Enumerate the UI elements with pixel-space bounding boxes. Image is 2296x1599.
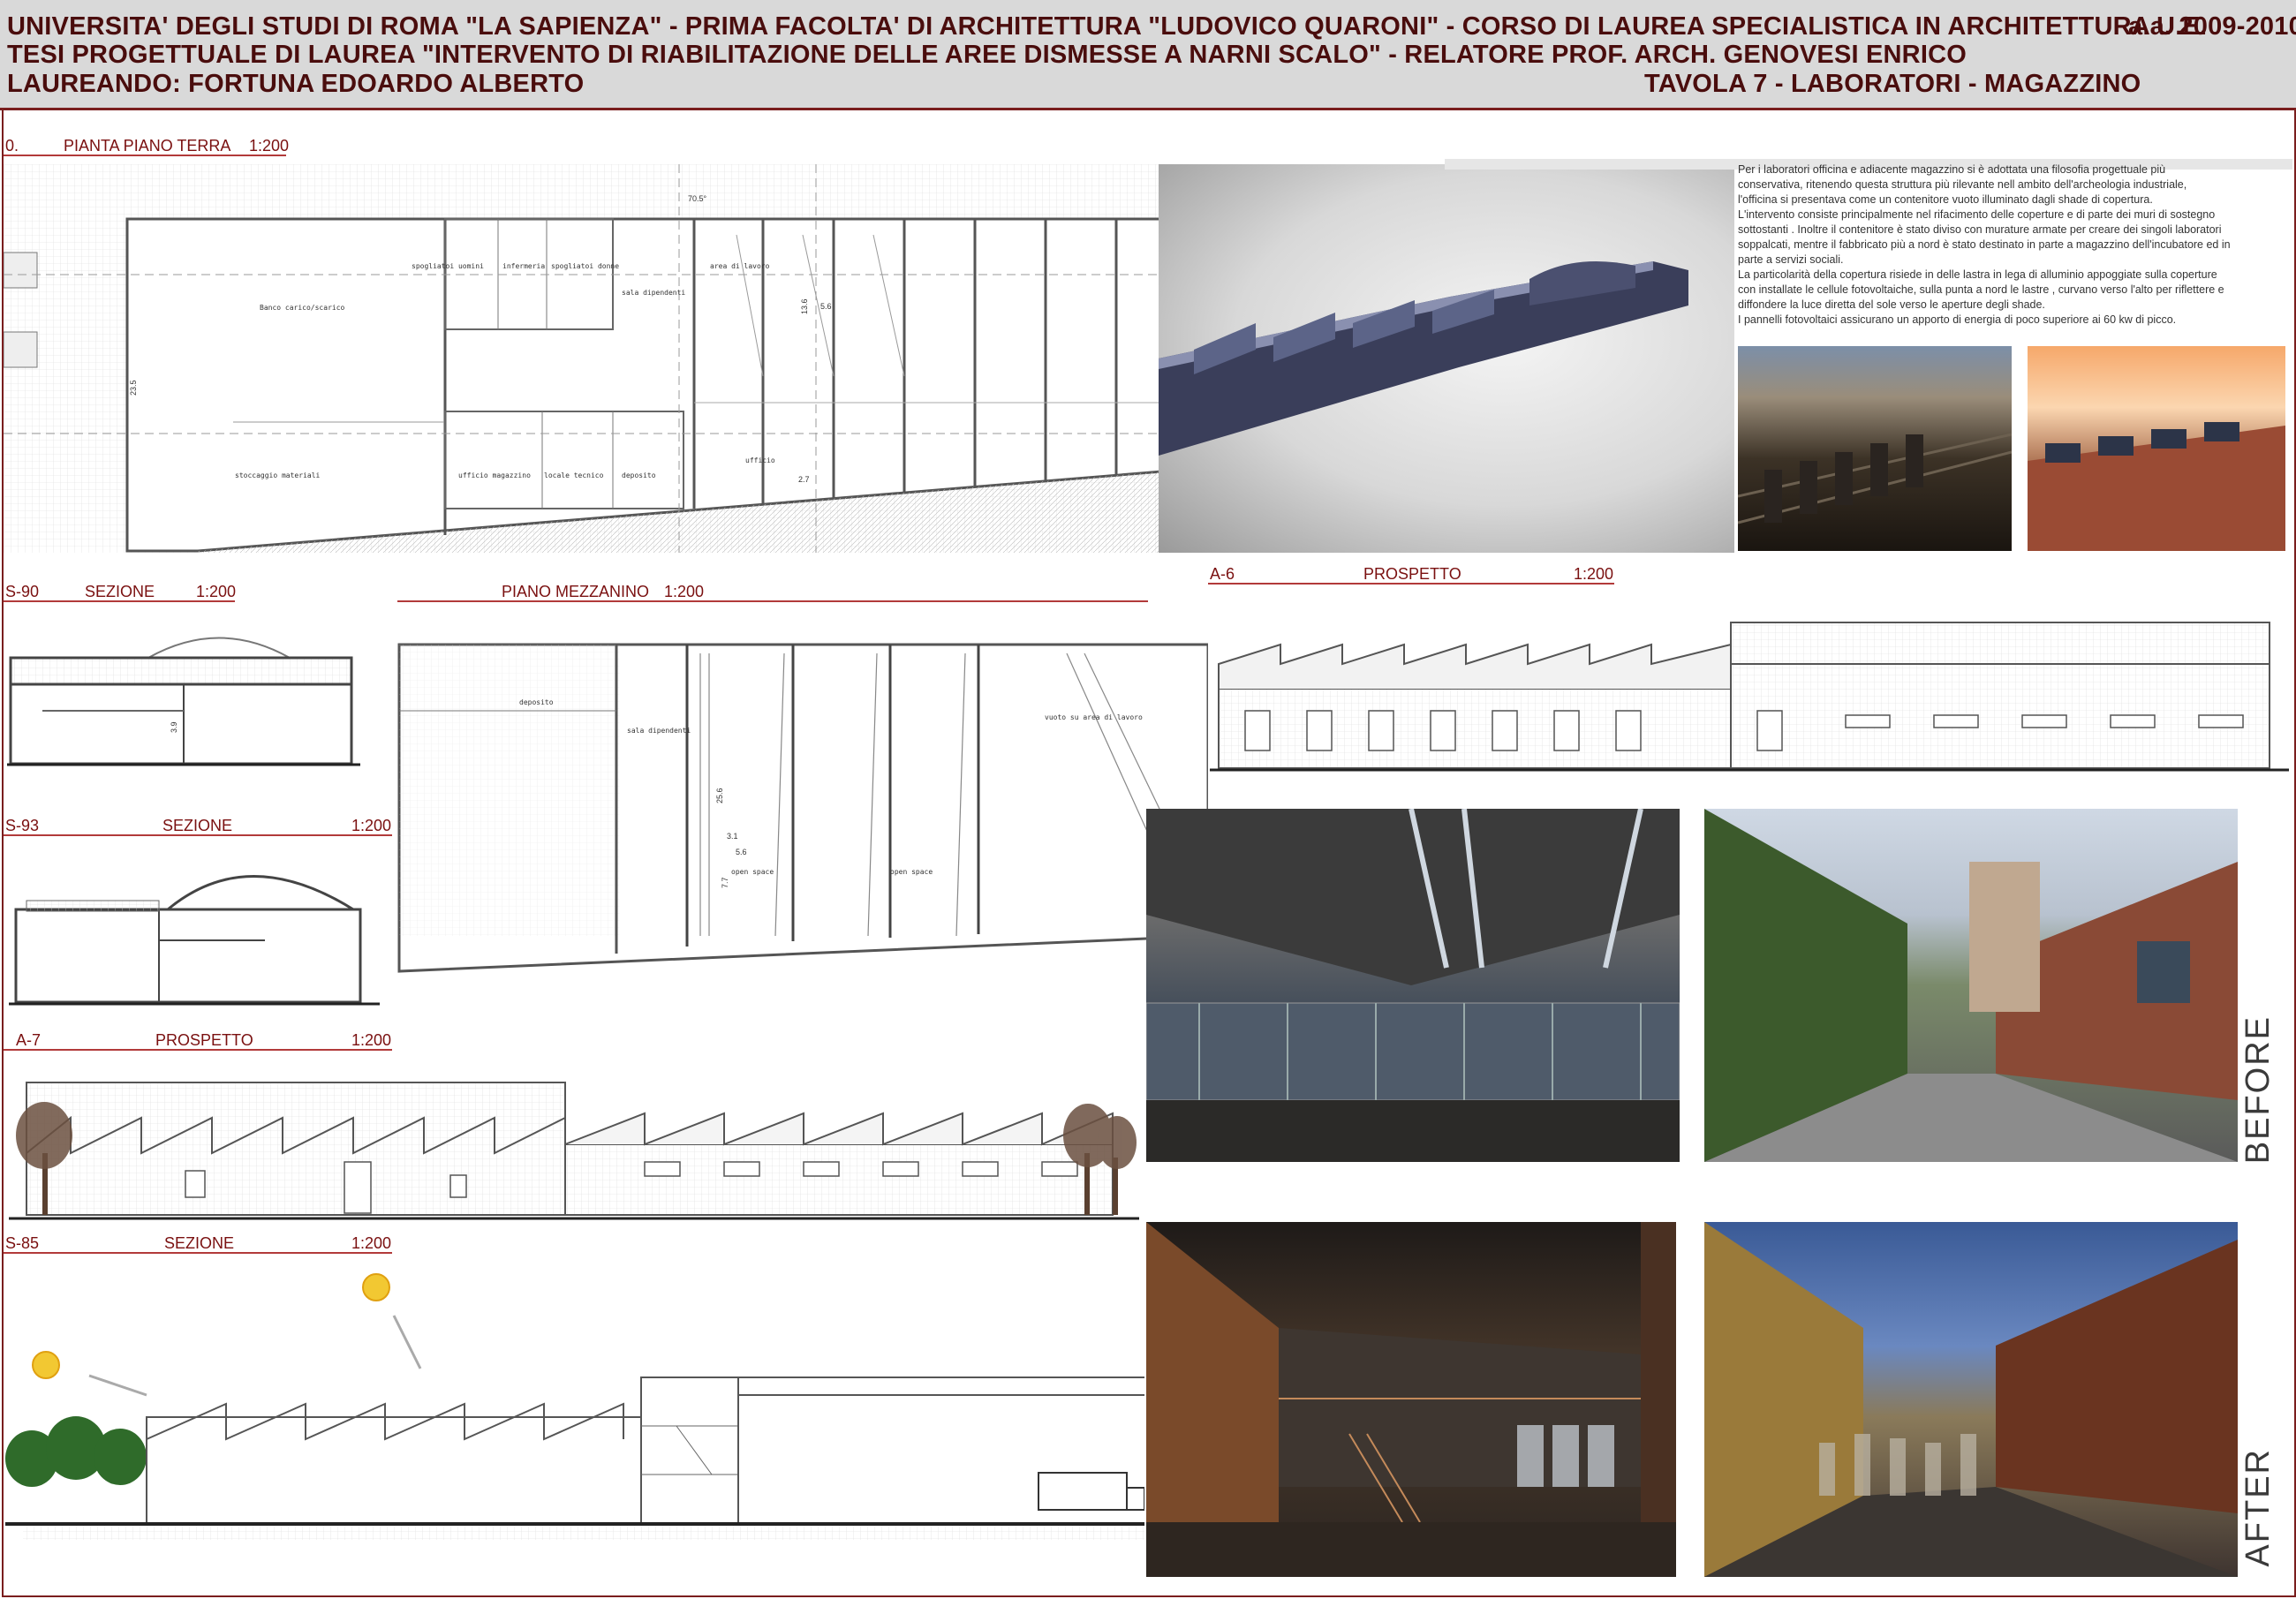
- render-after-alley: [1704, 1222, 2238, 1577]
- s90-code: S-90: [5, 583, 40, 600]
- sheet-title: TAVOLA 7 - LABORATORI - MAGAZZINO: [1644, 70, 2141, 98]
- a7-code: A-7: [16, 1031, 42, 1049]
- mezz-void: vuoto su area di lavoro: [1045, 713, 1143, 721]
- render-aerial-labs: [1159, 164, 1734, 553]
- section-s93: [9, 875, 380, 1006]
- s85-code: S-85: [5, 1234, 40, 1252]
- desc-p4: La particolarità della copertura risiede…: [1738, 268, 2224, 311]
- room-office: ufficio: [745, 456, 775, 464]
- dim-angle: 70.5°: [688, 194, 707, 203]
- mezz-dim-4: 7.7: [721, 877, 729, 888]
- elevation-a6: [1210, 622, 2289, 772]
- desc-p2: l'officina si presentava come un conteni…: [1738, 193, 2153, 206]
- room-deposit: deposito: [622, 471, 656, 479]
- mezzanine-plan: deposito sala dipendenti open space open…: [397, 643, 1208, 973]
- a6-code: A-6: [1210, 565, 1235, 583]
- room-technical: locale tecnico: [544, 471, 604, 479]
- render-after-interior: [1146, 1222, 1676, 1577]
- s85-scale: 1:200: [351, 1234, 392, 1252]
- room-loading: Banco carico/scarico: [260, 304, 345, 312]
- photo-before-interior: [1146, 809, 1680, 1162]
- plan-code: 0.: [5, 137, 19, 155]
- after-label: AFTER: [2239, 1448, 2277, 1567]
- mezz-title: PIANO MEZZANINO: [502, 583, 650, 600]
- plan-title-underline: [4, 155, 286, 156]
- s93-underline: [4, 834, 392, 836]
- university-line: UNIVERSITA' DEGLI STUDI DI ROMA "LA SAPI…: [7, 12, 2208, 41]
- a7-scale: 1:200: [351, 1031, 392, 1049]
- project-description: Per i laboratori officina e adiacente ma…: [1738, 162, 2232, 328]
- room-warehouse-office: ufficio magazzino: [458, 471, 531, 479]
- a6-underline: [1208, 583, 1614, 585]
- ground-floor-plan: Banco carico/scarico stoccaggio material…: [4, 164, 1162, 553]
- before-label: BEFORE: [2239, 1015, 2277, 1165]
- room-storage: stoccaggio materiali: [235, 471, 321, 479]
- s93-scale: 1:200: [351, 817, 392, 834]
- elevation-a7: [9, 1082, 1139, 1220]
- mezz-dim-1: 25.6: [715, 788, 724, 803]
- mezz-dim-3: 5.6: [736, 848, 747, 856]
- desc-p1: Per i laboratori officina e adiacente ma…: [1738, 163, 2187, 191]
- photo-before-alley: [1704, 809, 2238, 1162]
- a7-underline: [4, 1049, 392, 1051]
- room-infirmary: infermeria: [502, 262, 545, 270]
- mezz-room-deposit: deposito: [519, 698, 554, 706]
- s90-title: SEZIONE: [85, 583, 155, 600]
- section-s85: [5, 1273, 1144, 1540]
- mezz-dim-2: 3.1: [727, 832, 738, 841]
- plan-title: PIANTA PIANO TERRA: [64, 137, 231, 155]
- s90-scale: 1:200: [196, 583, 237, 600]
- a6-scale: 1:200: [1574, 565, 1614, 583]
- student-line: LAUREANDO: FORTUNA EDOARDO ALBERTO: [7, 70, 585, 98]
- mezz-scale: 1:200: [664, 583, 705, 600]
- mezz-open-space-2: open space: [890, 868, 933, 876]
- room-women-lockers: spogliatoi donne: [551, 262, 619, 270]
- a6-title: PROSPETTO: [1363, 565, 1461, 583]
- dim-width: 23.5: [129, 380, 138, 396]
- thesis-line: TESI PROGETTUALE DI LAUREA "INTERVENTO D…: [7, 41, 1967, 69]
- desc-p5: I pannelli fotovoltaici assicurano un ap…: [1738, 313, 2177, 326]
- section-s90: 3.9: [7, 637, 360, 766]
- room-staff: sala dipendenti: [622, 289, 685, 297]
- room-work-area: area di lavoro: [710, 262, 770, 270]
- room-men-lockers: spogliatoi uomini: [412, 262, 484, 270]
- s93-title: SEZIONE: [162, 817, 233, 834]
- desc-p3: L'intervento consiste principalmente nel…: [1738, 208, 2231, 266]
- sun-icon: [32, 1273, 390, 1379]
- academic-year: a.a. 2009-2010: [2128, 12, 2296, 41]
- render-roof-sunset: [1738, 346, 2012, 551]
- mezz-open-space-1: open space: [731, 868, 774, 876]
- dim-room: 2.7: [798, 475, 810, 484]
- s85-underline: [4, 1252, 392, 1254]
- dim-stair: 5.6: [820, 302, 832, 311]
- mezz-room-staff: sala dipendenti: [627, 727, 691, 735]
- s90-underline: [4, 600, 235, 602]
- plan-scale: 1:200: [249, 137, 290, 155]
- render-brick-roof: [2028, 346, 2285, 551]
- title-block: UNIVERSITA' DEGLI STUDI DI ROMA "LA SAPI…: [0, 0, 2296, 110]
- s85-title: SEZIONE: [164, 1234, 235, 1252]
- s90-dim: 3.9: [170, 721, 178, 733]
- dim-bay: 13.6: [800, 298, 809, 314]
- a7-title: PROSPETTO: [155, 1031, 253, 1049]
- mezz-underline: [397, 600, 1148, 602]
- s93-code: S-93: [5, 817, 40, 834]
